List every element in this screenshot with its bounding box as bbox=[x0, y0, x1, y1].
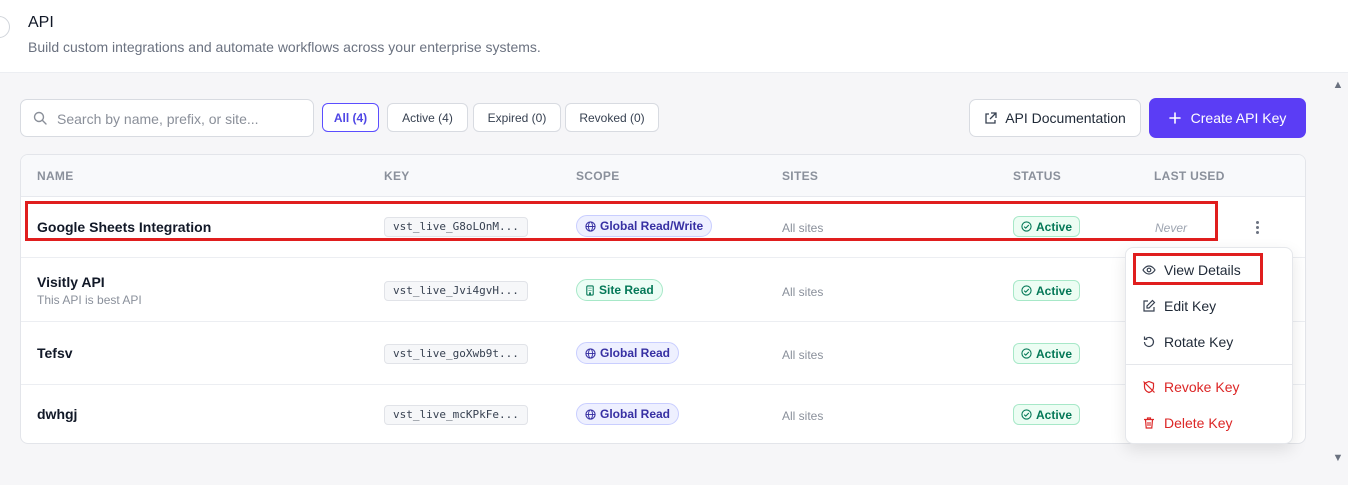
status-label: Active bbox=[1036, 346, 1073, 361]
api-documentation-label: API Documentation bbox=[1005, 110, 1126, 126]
globe-icon bbox=[585, 408, 596, 420]
menu-divider bbox=[1126, 364, 1292, 365]
globe-icon bbox=[585, 220, 596, 232]
scroll-down-arrow-icon[interactable]: ▼ bbox=[1331, 452, 1345, 464]
status-badge: Active bbox=[1013, 404, 1081, 425]
filter-expired[interactable]: Expired (0) bbox=[473, 103, 561, 132]
row-name: Visitly API bbox=[37, 274, 105, 290]
row-sites: All sites bbox=[782, 409, 824, 423]
column-header-key: KEY bbox=[384, 169, 410, 183]
row-key: vst_live_goXwb9t... bbox=[384, 344, 528, 364]
menu-item-label: Delete Key bbox=[1164, 415, 1233, 431]
column-header-scope: SCOPE bbox=[576, 169, 620, 183]
column-header-last-used: LAST USED bbox=[1154, 169, 1225, 183]
column-header-name: NAME bbox=[37, 169, 74, 183]
menu-item-rotate-key[interactable]: Rotate Key bbox=[1126, 327, 1292, 357]
table-row[interactable]: dwhgj vst_live_mcKPkFe... Global Read Al… bbox=[21, 385, 1305, 443]
table-header: NAME KEY SCOPE SITES STATUS LAST USED bbox=[21, 155, 1305, 197]
check-circle-icon bbox=[1021, 348, 1032, 359]
status-badge: Active bbox=[1013, 216, 1081, 237]
eye-icon bbox=[1142, 265, 1156, 275]
check-circle-icon bbox=[1021, 409, 1032, 420]
status-label: Active bbox=[1036, 283, 1073, 298]
page-title: API bbox=[28, 14, 54, 31]
row-name: Google Sheets Integration bbox=[37, 219, 212, 235]
row-key: vst_live_G8oLOnM... bbox=[384, 217, 528, 237]
column-header-status: STATUS bbox=[1013, 169, 1062, 183]
menu-item-revoke-key[interactable]: Revoke Key bbox=[1126, 372, 1292, 402]
scroll-up-arrow-icon[interactable]: ▲ bbox=[1331, 79, 1345, 91]
page-subtitle: Build custom integrations and automate w… bbox=[28, 39, 541, 55]
menu-item-label: Revoke Key bbox=[1164, 379, 1240, 395]
create-api-key-label: Create API Key bbox=[1190, 110, 1287, 126]
row-sites: All sites bbox=[782, 221, 824, 235]
menu-item-label: View Details bbox=[1164, 262, 1241, 278]
building-icon bbox=[586, 284, 594, 296]
filter-all[interactable]: All (4) bbox=[322, 103, 379, 132]
search-input[interactable] bbox=[57, 109, 307, 129]
row-name: Tefsv bbox=[37, 345, 73, 361]
menu-item-edit-key[interactable]: Edit Key bbox=[1126, 291, 1292, 321]
toolbar: All (4) Active (4) Expired (0) Revoked (… bbox=[20, 98, 1306, 138]
check-circle-icon bbox=[1021, 285, 1032, 296]
filter-active[interactable]: Active (4) bbox=[387, 103, 468, 132]
column-header-sites: SITES bbox=[782, 169, 819, 183]
row-scope-badge: Global Read/Write bbox=[576, 215, 713, 237]
row-scope-badge: Site Read bbox=[576, 279, 663, 301]
back-button[interactable] bbox=[0, 16, 10, 38]
trash-icon bbox=[1144, 417, 1154, 429]
row-last-used: Never bbox=[1155, 221, 1188, 235]
api-documentation-button[interactable]: API Documentation bbox=[969, 99, 1141, 137]
status-label: Active bbox=[1036, 219, 1073, 234]
status-badge: Active bbox=[1013, 280, 1081, 301]
row-sites: All sites bbox=[782, 285, 824, 299]
menu-item-delete-key[interactable]: Delete Key bbox=[1126, 408, 1292, 438]
menu-item-view-details[interactable]: View Details bbox=[1126, 255, 1292, 285]
row-actions-menu: View Details Edit Key Rotate Key Revoke … bbox=[1125, 247, 1293, 444]
create-api-key-button[interactable]: Create API Key bbox=[1149, 98, 1306, 138]
table-row[interactable]: Google Sheets Integration vst_live_G8oLO… bbox=[21, 197, 1305, 258]
table-row[interactable]: Visitly API This API is best API vst_liv… bbox=[21, 258, 1305, 322]
status-label: Active bbox=[1036, 407, 1073, 422]
status-badge: Active bbox=[1013, 343, 1081, 364]
api-keys-table: NAME KEY SCOPE SITES STATUS LAST USED Go… bbox=[20, 154, 1306, 444]
rotate-icon bbox=[1143, 336, 1155, 348]
row-scope-label: Site Read bbox=[599, 283, 654, 297]
row-scope-label: Global Read bbox=[600, 407, 671, 421]
row-name-block: Visitly API This API is best API bbox=[37, 274, 142, 307]
edit-icon bbox=[1143, 299, 1156, 312]
row-scope-badge: Global Read bbox=[576, 342, 680, 364]
row-name: dwhgj bbox=[37, 406, 78, 422]
row-actions-kebab-icon[interactable] bbox=[1250, 217, 1264, 237]
check-circle-icon bbox=[1021, 221, 1032, 232]
filter-revoked[interactable]: Revoked (0) bbox=[565, 103, 659, 132]
menu-item-label: Edit Key bbox=[1164, 298, 1217, 314]
row-description: This API is best API bbox=[37, 293, 142, 307]
row-scope-label: Global Read bbox=[600, 346, 671, 360]
search-box[interactable] bbox=[20, 99, 314, 137]
search-icon bbox=[33, 111, 47, 125]
plus-icon bbox=[1168, 112, 1181, 124]
row-scope-badge: Global Read bbox=[576, 403, 680, 425]
external-link-icon bbox=[985, 111, 997, 124]
revoke-icon bbox=[1143, 380, 1155, 394]
globe-icon bbox=[585, 347, 596, 359]
row-scope-label: Global Read/Write bbox=[600, 219, 704, 233]
row-key: vst_live_mcKPkFe... bbox=[384, 405, 528, 425]
row-key: vst_live_Jvi4gvH... bbox=[384, 281, 528, 301]
page-header: API Build custom integrations and automa… bbox=[0, 0, 1348, 73]
table-row[interactable]: Tefsv vst_live_goXwb9t... Global Read Al… bbox=[21, 322, 1305, 385]
menu-item-label: Rotate Key bbox=[1164, 334, 1234, 350]
row-sites: All sites bbox=[782, 348, 824, 362]
